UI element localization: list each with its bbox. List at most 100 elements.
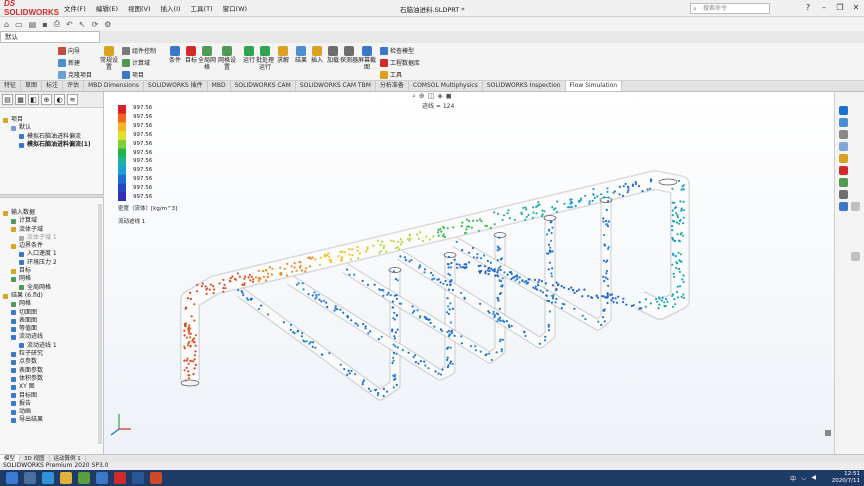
tree-node[interactable]: XY 图	[0, 383, 104, 391]
help-button[interactable]: ?	[802, 2, 814, 14]
store-icon[interactable]	[96, 472, 108, 484]
tab-12[interactable]: Flow Simulation	[565, 81, 623, 91]
feature-tree-tab-icon[interactable]: ▤	[2, 94, 13, 105]
tab-6[interactable]: MBD	[208, 81, 231, 91]
ribbon-general-settings[interactable]: 常规设置	[98, 46, 120, 71]
tab-4[interactable]: MBD Dimensions	[84, 81, 144, 91]
tree-node[interactable]: 默认	[0, 124, 104, 132]
task-view-icon[interactable]	[24, 472, 36, 484]
config-tab-icon[interactable]: ◧	[28, 94, 39, 105]
tab-10[interactable]: COMSOL Multiphysics	[409, 81, 483, 91]
select-icon[interactable]: ↖	[79, 20, 86, 29]
tree-node[interactable]: 体积参数	[0, 375, 104, 383]
menu-view[interactable]: 视图(V)	[128, 3, 151, 13]
ribbon-global-mesh[interactable]: 全局网格	[196, 46, 218, 71]
model-tab-2[interactable]: 运动算例 1	[50, 455, 86, 462]
tree-node[interactable]: 导出结果	[0, 416, 104, 424]
flow-tab-icon[interactable]: ≋	[67, 94, 78, 105]
network-icon[interactable]: ◡	[801, 474, 806, 483]
file-explorer-taskbar-icon[interactable]	[60, 472, 72, 484]
powerpoint-icon[interactable]	[150, 472, 162, 484]
tree-node[interactable]: 项目	[0, 116, 104, 124]
restore-button[interactable]: ❐	[834, 2, 846, 14]
appearances-icon[interactable]	[839, 154, 848, 163]
graphics-viewport[interactable]	[104, 92, 834, 454]
volume-icon[interactable]: ◀	[811, 474, 816, 483]
tree-node[interactable]: 结果 (6.fld)	[0, 292, 104, 300]
tree-node[interactable]: 动画	[0, 408, 104, 416]
tree-node[interactable]: 流动迹线 1	[0, 342, 104, 350]
model-tab-1[interactable]: 3D 视图	[20, 455, 50, 462]
zoom-area-icon[interactable]: ⊕	[419, 92, 425, 101]
tree-node[interactable]: 模拟石脑油进料偏流	[0, 133, 104, 141]
ribbon-check-model[interactable]: 检查模型	[380, 46, 414, 55]
viewport-resize-handle[interactable]	[825, 430, 831, 436]
tree-node[interactable]: 切面图	[0, 309, 104, 317]
flow-analysis-icon[interactable]	[839, 190, 848, 199]
tab-2[interactable]: 标注	[42, 81, 64, 91]
tree-node[interactable]: 计算域	[0, 217, 104, 225]
tree-node[interactable]: 输入数据	[0, 209, 104, 217]
menu-window[interactable]: 窗口(W)	[223, 3, 248, 13]
rebuild-icon[interactable]: ⟳	[91, 20, 98, 29]
file-explorer-icon[interactable]	[839, 130, 848, 139]
tab-3[interactable]: 评估	[63, 81, 85, 91]
solidworks-resources-icon[interactable]	[839, 106, 848, 115]
custom-properties-icon[interactable]	[839, 166, 848, 175]
section-view-icon[interactable]: ◫	[428, 92, 435, 101]
new-file-icon[interactable]: ▭	[15, 20, 23, 29]
ribbon-computational-domain[interactable]: 计算域	[122, 58, 150, 67]
zoom-fit-icon[interactable]: ⌕	[412, 92, 416, 101]
tree-node[interactable]: 全局网格	[0, 284, 104, 292]
tree-node[interactable]: 流动迹线	[0, 333, 104, 341]
print-icon[interactable]: ⎙	[54, 19, 60, 29]
tree-node[interactable]: 表面图	[0, 317, 104, 325]
tree-node[interactable]: 网格	[0, 300, 104, 308]
panel-splitter[interactable]	[0, 194, 104, 198]
close-button[interactable]: ✕	[850, 2, 862, 14]
solidworks-taskbar-icon[interactable]	[114, 472, 126, 484]
tree-node[interactable]: 入口速度 1	[0, 250, 104, 258]
search-input[interactable]: ⌕ 搜索命令	[690, 3, 770, 14]
options-icon[interactable]: ⚙	[104, 20, 111, 29]
property-tab-icon[interactable]: ▦	[15, 94, 26, 105]
save-icon[interactable]: ▪	[42, 20, 47, 29]
word-icon[interactable]	[132, 472, 144, 484]
input-method-indicator[interactable]: 中	[790, 474, 796, 483]
ribbon-component-control[interactable]: 组件控制	[122, 46, 156, 55]
ribbon-engineering-database[interactable]: 工程数据库	[380, 58, 420, 67]
model-tab-0[interactable]: 模型	[0, 455, 21, 462]
display-tab-icon[interactable]: ◐	[54, 94, 65, 105]
edge-browser-icon[interactable]	[42, 472, 54, 484]
ribbon-tools[interactable]: 工具	[380, 70, 402, 79]
tab-5[interactable]: SOLIDWORKS 插件	[144, 81, 208, 91]
home-icon[interactable]: ⌂	[4, 20, 9, 29]
tree-node[interactable]: 目标	[0, 267, 104, 275]
menu-edit[interactable]: 编辑(E)	[96, 3, 118, 13]
tree-node[interactable]: 模拟石脑油进料偏流(1)	[0, 141, 104, 149]
tree-node[interactable]: 网格	[0, 275, 104, 283]
start-icon[interactable]	[6, 472, 18, 484]
pane-expand-icon[interactable]	[851, 202, 860, 211]
tab-8[interactable]: SOLIDWORKS CAM TBM	[296, 81, 376, 91]
ribbon-wizard[interactable]: 向导	[58, 46, 80, 55]
tab-1[interactable]: 草图	[21, 81, 43, 91]
tree-node[interactable]: 流体子域 1	[0, 234, 104, 242]
menu-file[interactable]: 文件(F)	[64, 3, 86, 13]
tree-node[interactable]: 流体子域	[0, 226, 104, 234]
menu-tools[interactable]: 工具(T)	[191, 3, 213, 13]
forum-icon[interactable]	[839, 178, 848, 187]
tree-node[interactable]: 环境压力 2	[0, 259, 104, 267]
tree-node[interactable]: 报告	[0, 400, 104, 408]
panel-scrollbar[interactable]	[98, 204, 102, 444]
solidworks-logo[interactable]: DS SOLIDWORKS	[4, 0, 60, 17]
app-launcher-icon[interactable]	[78, 472, 90, 484]
tree-node[interactable]: 粒子研究	[0, 350, 104, 358]
tab-9[interactable]: 分析准备	[376, 81, 409, 91]
tab-0[interactable]: 特征	[0, 81, 22, 91]
view-orient-icon[interactable]: ◈	[437, 92, 442, 101]
ribbon-mesh-settings[interactable]: 网格设置	[216, 46, 238, 71]
dimxpert-tab-icon[interactable]: ⊕	[41, 94, 52, 105]
view-palette-icon[interactable]	[839, 142, 848, 151]
ribbon-fluid-subdomain[interactable]: 项目	[122, 70, 144, 79]
